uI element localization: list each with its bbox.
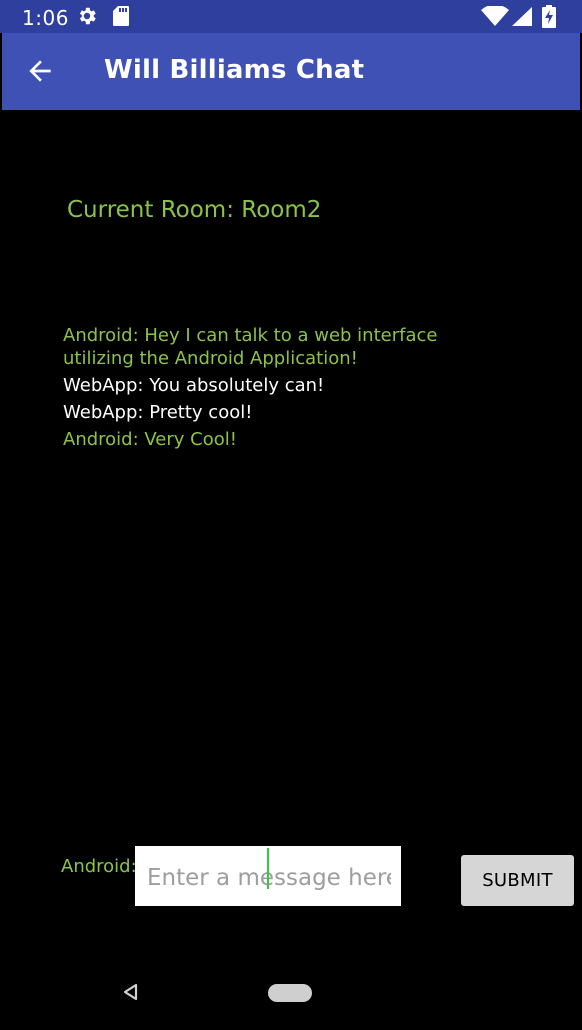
message-item: Android: Very Cool! [63, 429, 237, 450]
arrow-back-icon[interactable] [24, 55, 56, 87]
nav-home-icon[interactable] [268, 984, 312, 1002]
battery-charging-icon [542, 5, 556, 33]
status-time: 1:06 [22, 6, 69, 30]
current-room-label: Current Room: Room2 [67, 197, 322, 223]
device-screen: 1:06 Will Billiams Chat Current Room: Ro… [0, 0, 582, 1030]
message-input-container [135, 846, 401, 906]
app-title: Will Billiams Chat [104, 55, 365, 85]
message-list: Android: Hey I can talk to a web interfa… [63, 324, 513, 455]
wifi-icon [481, 4, 509, 31]
settings-gear-icon [76, 5, 98, 32]
submit-button[interactable]: SUBMIT [461, 855, 574, 906]
status-bar: 1:06 [0, 0, 582, 33]
message-item: WebApp: You absolutely can! [63, 375, 325, 396]
text-cursor [267, 848, 269, 889]
message-item: WebApp: Pretty cool! [63, 402, 253, 423]
app-bar: Will Billiams Chat [2, 33, 580, 110]
sender-label: Android: [61, 856, 137, 877]
nav-back-icon[interactable] [122, 983, 138, 1006]
message-item: Android: Hey I can talk to a web interfa… [63, 325, 438, 369]
sd-card-icon [112, 5, 130, 32]
chat-content: Current Room: Room2 Android: Hey I can t… [2, 110, 580, 1028]
cell-signal-icon [512, 7, 532, 31]
